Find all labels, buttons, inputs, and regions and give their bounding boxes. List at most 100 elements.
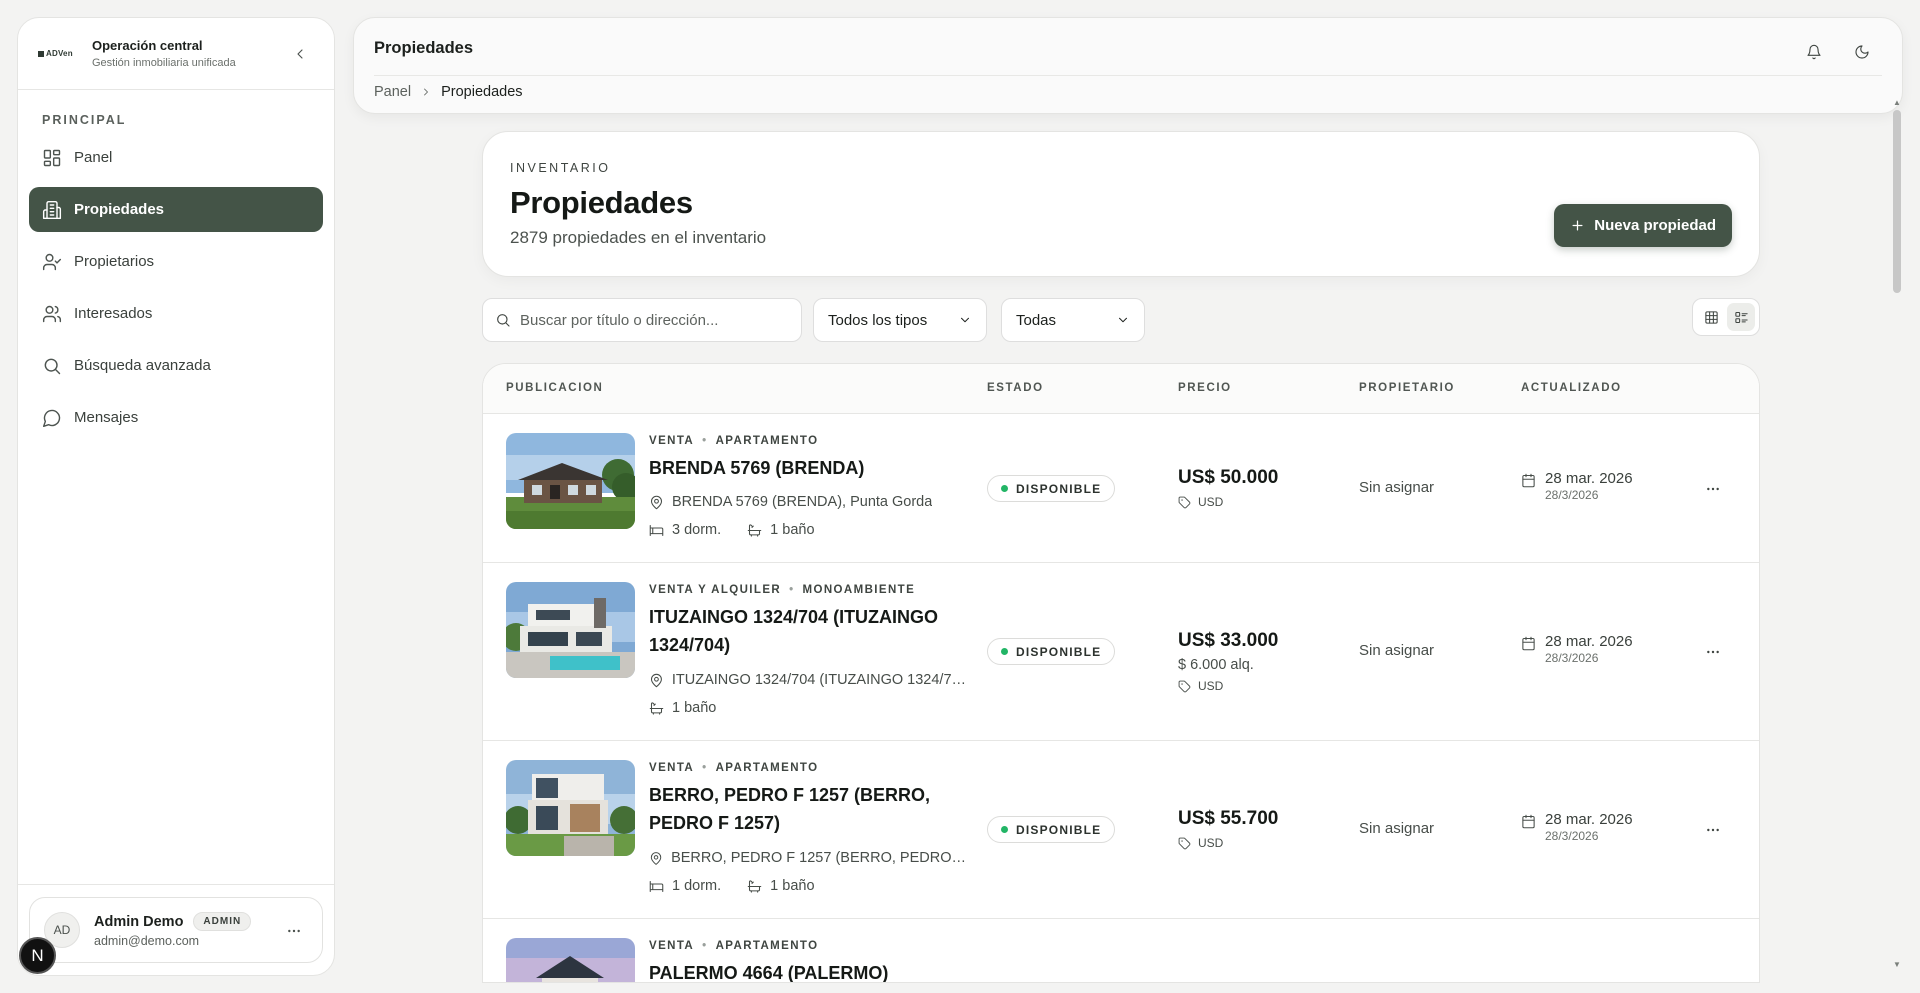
type-filter-select[interactable]: Todos los tipos [813, 298, 987, 342]
currency-text: USD [1198, 679, 1224, 693]
sidebar: ADVen Operación central Gestión inmobili… [17, 17, 335, 976]
page-scrollbar-thumb[interactable] [1893, 110, 1901, 293]
user-card[interactable]: AD Admin Demo ADMIN admin@demo.com [29, 897, 323, 963]
column-precio: PRECIO [1178, 382, 1232, 394]
updated-text: 28 mar. 2026 [1545, 470, 1633, 487]
property-features: 1 dorm. 1 baño [649, 878, 815, 894]
breadcrumb-current: Propiedades [441, 84, 523, 100]
currency: USD [1178, 495, 1223, 509]
more-horizontal-icon [1707, 650, 1719, 654]
topbar: Propiedades Panel Propiedades [353, 17, 1903, 114]
updated-date: 28 mar. 2026 28/3/2026 [1521, 633, 1633, 665]
updated-text: 28 mar. 2026 [1545, 633, 1633, 650]
calendar-icon [1522, 814, 1535, 829]
property-title[interactable]: BERRO, PEDRO F 1257 (BERRO, PEDRO F 1257… [649, 781, 979, 837]
price: US$ 55.700 [1178, 808, 1279, 829]
address-text: BRENDA 5769 (BRENDA), Punta Gorda [672, 494, 933, 510]
updated-short-text: 28/3/2026 [1545, 829, 1599, 843]
table-row[interactable]: VENTA • APARTAMENTO PALERMO 4664 (PALERMO) [483, 919, 1759, 982]
chevron-right-icon [424, 88, 429, 96]
sidebar-item-label: Propietarios [74, 253, 155, 270]
status-filter-select[interactable]: Todas [1001, 298, 1145, 342]
list-view-icon [1734, 311, 1748, 323]
user-email: admin@demo.com [94, 934, 200, 948]
status-text: DISPONIBLE [1016, 481, 1102, 496]
search-box[interactable] [482, 298, 802, 342]
column-actualizado: ACTUALIZADO [1521, 382, 1622, 394]
notifications-button[interactable] [1800, 38, 1828, 66]
table-row[interactable]: VENTA • APARTAMENTO BERRO, PEDRO F 1257 (B… [483, 741, 1759, 919]
sidebar-item-label: Panel [74, 149, 113, 166]
sidebar-item-interesados[interactable]: Interesados [29, 291, 323, 336]
property-photo [506, 433, 635, 529]
more-horizontal-icon [288, 929, 300, 933]
view-toggle [1692, 298, 1760, 336]
user-menu-button[interactable] [286, 923, 302, 939]
bedrooms: 3 dorm. [672, 522, 722, 538]
property-title[interactable]: BRENDA 5769 (BRENDA) [649, 454, 979, 482]
property-title[interactable]: PALERMO 4664 (PALERMO) [649, 959, 979, 982]
property-address: BRENDA 5769 (BRENDA), Punta Gorda [649, 494, 969, 510]
address-text: BERRO, PEDRO F 1257 (BERRO, PEDRO F 1... [671, 850, 969, 866]
property-tags: VENTA Y ALQUILER • MONOAMBIENTE [649, 584, 916, 596]
column-propietario: PROPIETARIO [1359, 382, 1455, 394]
bedrooms: 1 dorm. [672, 878, 722, 894]
updated-text: 28 mar. 2026 [1545, 811, 1633, 828]
owner: Sin asignar [1359, 479, 1435, 496]
bell-icon [1807, 44, 1821, 60]
currency: USD [1178, 679, 1223, 693]
workspace-title: Operación central [92, 38, 203, 53]
row-actions-button[interactable] [1701, 640, 1725, 664]
table-row[interactable]: VENTA • APARTAMENTO BRENDA 5769 (BRENDA) B… [483, 414, 1759, 563]
operation-tag: VENTA [649, 940, 695, 952]
list-view-button[interactable] [1727, 303, 1755, 331]
sidebar-item-label: Propiedades [74, 201, 165, 218]
theme-toggle-button[interactable] [1848, 38, 1876, 66]
search-icon [44, 358, 61, 374]
tag-icon [1178, 496, 1191, 508]
breadcrumb-panel[interactable]: Panel [374, 84, 411, 100]
row-actions-button[interactable] [1701, 477, 1725, 501]
map-pin-icon [650, 495, 663, 509]
bathrooms: 1 baño [672, 700, 717, 716]
sidebar-item-busqueda-avanzada[interactable]: Búsqueda avanzada [29, 343, 323, 388]
sidebar-item-propietarios[interactable]: Propietarios [29, 239, 323, 284]
scroll-down-arrow[interactable]: ▼ [1893, 960, 1901, 969]
search-icon [497, 314, 510, 327]
sidebar-item-propiedades[interactable]: Propiedades [29, 187, 323, 232]
grid-view-button[interactable] [1697, 303, 1725, 331]
workspace-subtitle: Gestión inmobiliaria unificada [92, 57, 236, 69]
role-badge: ADMIN [193, 912, 252, 931]
sidebar-nav: Panel Propiedades Propietarios Interesad… [18, 135, 334, 440]
breadcrumb: Panel Propiedades [374, 84, 523, 100]
page-title: Propiedades [374, 39, 474, 57]
dev-tools-badge[interactable]: N [19, 937, 56, 974]
user-check-icon [42, 253, 62, 270]
operation-tag: VENTA Y ALQUILER [649, 584, 782, 596]
address-text: ITUZAINGO 1324/704 (ITUZAINGO 1324/70... [671, 672, 969, 688]
sidebar-item-mensajes[interactable]: Mensajes [29, 395, 323, 440]
logo-text: ADVen [46, 49, 73, 58]
property-title[interactable]: ITUZAINGO 1324/704 (ITUZAINGO 1324/704) [649, 603, 979, 659]
bed-icon [649, 524, 664, 536]
inventory-header-card: INVENTARIO Propiedades 2879 propiedades … [482, 131, 1760, 277]
map-pin-icon [650, 673, 662, 687]
search-input[interactable] [520, 311, 780, 329]
bed-icon [649, 880, 664, 892]
properties-table: PUBLICACION ESTADO PRECIO PROPIETARIO AC… [482, 363, 1760, 983]
row-actions-button[interactable] [1701, 818, 1725, 842]
table-row[interactable]: VENTA Y ALQUILER • MONOAMBIENTE ITUZAINGO … [483, 563, 1759, 741]
inventory-count: 2879 propiedades en el inventario [510, 228, 767, 247]
sidebar-item-panel[interactable]: Panel [29, 135, 323, 180]
inventory-eyebrow: INVENTARIO [510, 161, 611, 175]
collapse-sidebar-button[interactable] [292, 46, 308, 62]
scroll-up-arrow[interactable]: ▲ [1893, 98, 1901, 107]
map-pin-icon [650, 851, 662, 865]
bath-icon [747, 879, 762, 893]
bath-icon [649, 701, 664, 715]
topbar-divider [374, 75, 1882, 76]
nav-section-label: PRINCIPAL [42, 113, 127, 127]
new-property-button[interactable]: Nueva propiedad [1554, 204, 1732, 247]
calendar-icon [1522, 473, 1535, 488]
building-icon [42, 200, 62, 219]
